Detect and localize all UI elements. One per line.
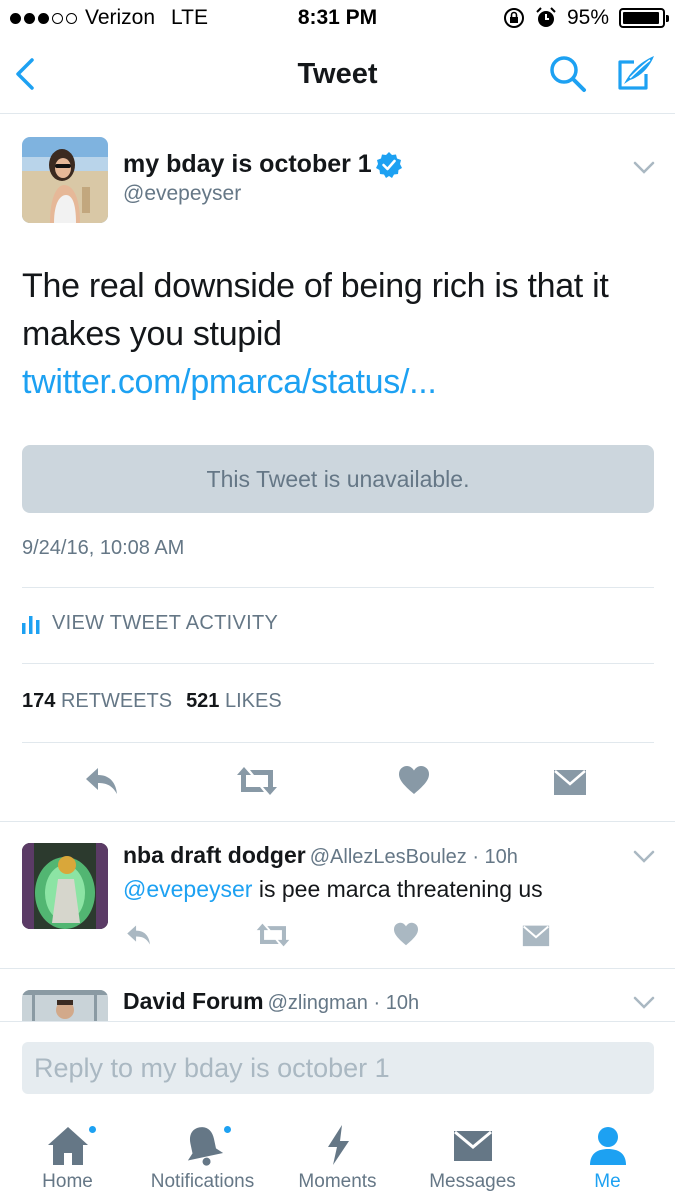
home-icon [47,1127,88,1165]
view-tweet-activity-button[interactable]: VIEW TWEET ACTIVITY [22,612,278,635]
tab-label: Me [594,1171,621,1192]
reply-input[interactable] [22,1042,654,1094]
search-icon[interactable] [546,52,590,96]
heart-icon[interactable] [393,922,419,946]
reply-author-name: David Forum [123,988,264,1014]
unavailable-quote-box: This Tweet is unavailable. [22,445,654,513]
reply-body: is pee marca threatening us [252,876,543,902]
divider [0,821,675,822]
reply-composer [0,1021,675,1111]
tweet-text: The real downside of being rich is that … [22,262,652,406]
divider [22,663,654,664]
tweet-stats: 174 RETWEETS 521 LIKES [22,690,282,713]
notifications-badge [222,1124,233,1135]
nav-bar: Tweet [0,38,675,114]
tab-label: Home [42,1171,93,1192]
tweet-body: The real downside of being rich is that … [22,267,609,353]
status-right: 95% [503,6,669,30]
compose-icon[interactable] [612,52,658,96]
tab-home[interactable]: Home [0,1111,135,1200]
reply-text: @evepeyser is pee marca threatening us [123,876,543,903]
divider [22,742,654,743]
like-count: 521 [186,690,220,712]
reply-author-name: nba draft dodger [123,842,306,868]
status-bar: Verizon LTE 8:31 PM 95% [0,0,675,38]
activity-bars-icon [22,615,40,634]
home-badge [87,1124,98,1135]
person-icon [589,1127,626,1165]
reply-author-handle: @zlingman · 10h [267,992,420,1014]
chevron-down-icon[interactable] [633,996,655,1010]
tab-bar: Home Notifications Moments Messages Me [0,1111,675,1200]
author-name[interactable]: my bday is october 1 [123,150,372,179]
orientation-lock-icon [503,8,524,28]
author-handle[interactable]: @evepeyser [123,182,241,206]
retweet-label: RETWEETS [60,690,173,712]
unavailable-text: This Tweet is unavailable. [206,466,470,492]
bell-icon [187,1127,223,1166]
reply-mention[interactable]: @evepeyser [123,876,252,902]
envelope-icon[interactable] [522,924,550,947]
battery-icon [619,8,669,28]
heart-icon[interactable] [398,765,430,795]
reply-author[interactable]: nba draft dodger @AllezLesBoulez · 10h [123,842,518,869]
battery-percent: 95% [566,6,609,29]
tab-label: Messages [429,1171,516,1192]
retweets-stat[interactable]: 174 RETWEETS [22,690,172,712]
chevron-down-icon[interactable] [633,850,655,864]
envelope-icon [453,1130,492,1161]
activity-label: VIEW TWEET ACTIVITY [52,612,279,634]
reply-author-handle: @AllezLesBoulez · 10h [309,846,518,868]
reply-avatar[interactable] [22,990,108,1021]
tab-me[interactable]: Me [540,1111,675,1200]
tweet-timestamp: 9/24/16, 10:08 AM [22,537,185,559]
reply-avatar[interactable] [22,843,108,929]
lightning-icon [327,1125,349,1165]
like-label: LIKES [225,690,282,712]
chevron-down-icon[interactable] [633,161,655,175]
tab-label: Moments [298,1171,377,1192]
tab-messages[interactable]: Messages [405,1111,540,1200]
verified-badge-icon [376,152,402,178]
tweet-link[interactable]: twitter.com/pmarca/status/... [22,363,437,401]
tab-label: Notifications [150,1171,255,1192]
tab-notifications[interactable]: Notifications [135,1111,270,1200]
retweet-icon[interactable] [255,922,291,948]
reply-icon[interactable] [125,924,153,946]
reply-icon[interactable] [84,766,120,796]
author-avatar[interactable] [22,137,108,223]
retweet-count: 174 [22,690,56,712]
likes-stat[interactable]: 521 LIKES [186,690,282,712]
reply-author[interactable]: David Forum @zlingman · 10h [123,988,419,1015]
tab-moments[interactable]: Moments [270,1111,405,1200]
envelope-icon[interactable] [553,768,587,796]
retweet-icon[interactable] [236,765,278,797]
divider [22,587,654,588]
divider [0,968,675,969]
alarm-icon [536,7,556,27]
